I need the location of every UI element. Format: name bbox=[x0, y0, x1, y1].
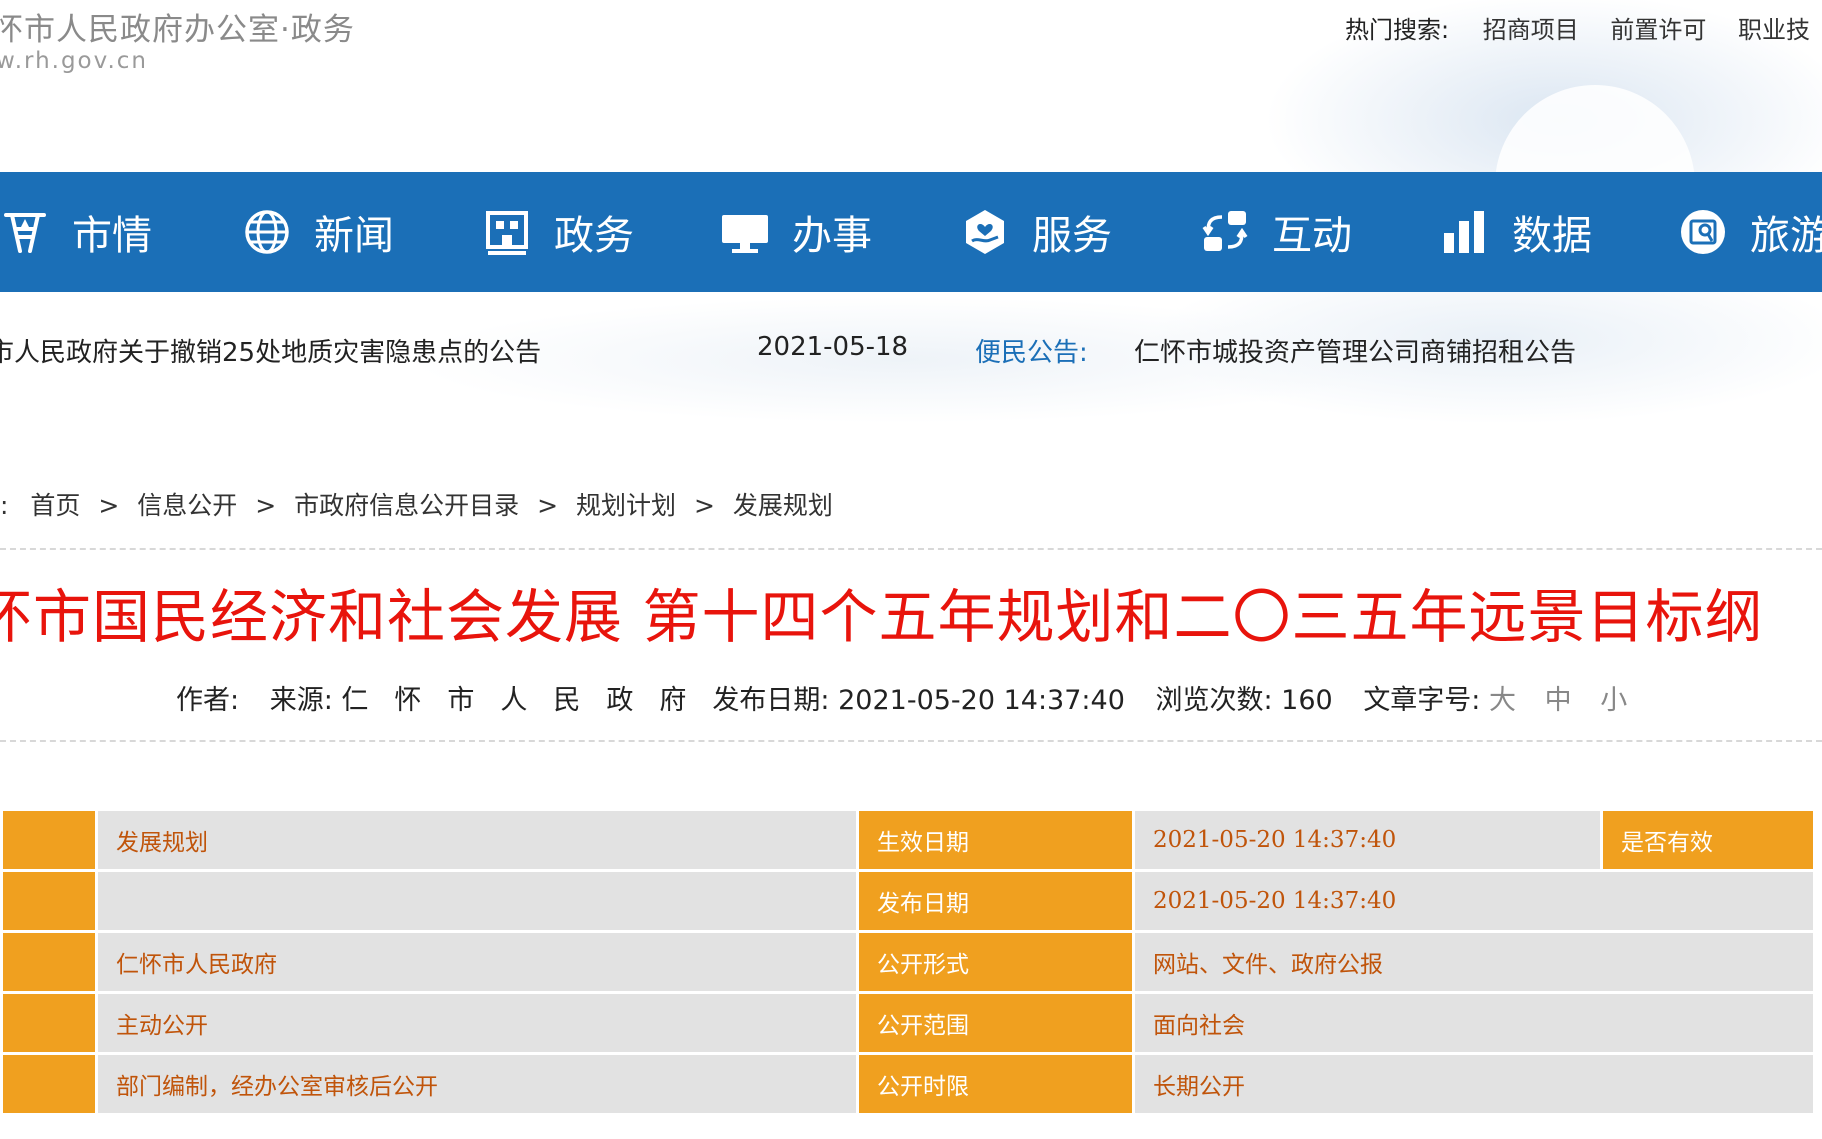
table-label-cell: 公开形式 bbox=[859, 933, 1132, 991]
building-icon bbox=[486, 211, 528, 255]
hand-heart-icon bbox=[966, 210, 1004, 254]
nav-item-affairs[interactable]: 办事 bbox=[720, 172, 872, 292]
nav-item-services[interactable]: 服务 bbox=[960, 172, 1112, 292]
table-row: 主动公开 公开范围 面向社会 bbox=[3, 994, 1813, 1052]
breadcrumb-item[interactable]: 首页 bbox=[30, 486, 80, 522]
breadcrumb-prefix: : bbox=[0, 491, 9, 520]
nav-item-data[interactable]: 数据 bbox=[1440, 172, 1592, 292]
fontsize-label: 文章字号: bbox=[1363, 685, 1481, 716]
table-value-cell: 发展规划 bbox=[98, 811, 856, 869]
table-value-cell: 长期公开 bbox=[1135, 1055, 1813, 1113]
table-value-cell: 2021-05-20 14:37:40 bbox=[1135, 872, 1813, 930]
site-url: w.rh.gov.cn bbox=[0, 48, 148, 74]
table-label-cell bbox=[3, 1055, 95, 1113]
table-value-cell: 部门编制，经办公室审核后公开 bbox=[98, 1055, 856, 1113]
breadcrumb-separator: > bbox=[693, 491, 715, 520]
main-nav: 市情 新闻 政务 办事 服务 互动 数据 旅游 bbox=[0, 172, 1822, 292]
article-meta: 作者: 来源: 仁怀市人民政府发布日期: 2021-05-20 14:37:40… bbox=[176, 678, 1647, 717]
table-value-cell: 面向社会 bbox=[1135, 994, 1813, 1052]
fontsize-large-button[interactable]: 大 bbox=[1489, 685, 1516, 716]
map-camera-icon bbox=[1681, 210, 1725, 254]
nav-item-label: 数据 bbox=[1512, 213, 1592, 259]
bar-chart-icon bbox=[1444, 211, 1484, 253]
source-label: 来源: bbox=[269, 685, 333, 716]
hot-keyword-link[interactable]: 职业技 bbox=[1738, 16, 1810, 44]
table-value-cell bbox=[98, 872, 856, 930]
breadcrumb-item[interactable]: 发展规划 bbox=[733, 486, 833, 522]
table-value-cell: 2021-05-20 14:37:40 bbox=[1135, 811, 1600, 869]
table-label-cell: 公开范围 bbox=[859, 994, 1132, 1052]
views-label: 浏览次数: bbox=[1155, 685, 1273, 716]
nav-item-label: 服务 bbox=[1032, 213, 1112, 259]
views-count: 160 bbox=[1281, 685, 1333, 716]
public-notice-link[interactable]: 仁怀市城投资产管理公司商铺招租公告 bbox=[1134, 332, 1576, 369]
publish-date: 2021-05-20 14:37:40 bbox=[838, 685, 1125, 716]
breadcrumb-item[interactable]: 市政府信息公开目录 bbox=[294, 486, 519, 522]
table-label-cell bbox=[3, 933, 95, 991]
table-label-cell: 生效日期 bbox=[859, 811, 1132, 869]
table-label-cell bbox=[3, 872, 95, 930]
exchange-arrows-icon bbox=[1202, 211, 1248, 251]
fontsize-options: 大 中 小 bbox=[1489, 685, 1647, 716]
breadcrumb-separator: > bbox=[537, 491, 559, 520]
table-value-cell: 网站、文件、政府公报 bbox=[1135, 933, 1813, 991]
nav-item-interaction[interactable]: 互动 bbox=[1200, 172, 1352, 292]
headline-notice-link[interactable]: 市人民政府关于撤销25处地质灾害隐患点的公告 bbox=[0, 332, 541, 369]
fontsize-small-button[interactable]: 小 bbox=[1600, 685, 1627, 716]
breadcrumb-separator: > bbox=[98, 491, 120, 520]
table-label-cell bbox=[3, 811, 95, 869]
fontsize-medium-button[interactable]: 中 bbox=[1545, 685, 1572, 716]
table-row: 发布日期 2021-05-20 14:37:40 bbox=[3, 872, 1813, 930]
site-name[interactable]: 怀市人民政府办公室·政务 bbox=[0, 4, 355, 49]
headline-notice-date: 2021-05-18 bbox=[757, 332, 909, 362]
nav-item-label: 办事 bbox=[792, 213, 872, 259]
public-notice-label: 便民公告: bbox=[975, 338, 1088, 368]
author-label: 作者: bbox=[176, 685, 240, 716]
divider bbox=[0, 548, 1822, 550]
breadcrumb: : 首页 > 信息公开 > 市政府信息公开目录 > 规划计划 > 发展规划 bbox=[0, 486, 833, 522]
nav-item-label: 政务 bbox=[554, 213, 634, 259]
article-title: 怀市国民经济和社会发展 第十四个五年规划和二〇三五年远景目标纲 bbox=[0, 583, 1764, 651]
nav-item-city[interactable]: 市情 bbox=[0, 172, 152, 292]
hot-keyword-link[interactable]: 招商项目 bbox=[1483, 16, 1579, 44]
nav-item-label: 互动 bbox=[1272, 213, 1352, 259]
nav-item-tourism[interactable]: 旅游 bbox=[1678, 172, 1822, 292]
hot-search: 热门搜索: 招商项目 前置许可 职业技 bbox=[1345, 10, 1822, 45]
breadcrumb-separator: > bbox=[255, 491, 277, 520]
monitor-icon bbox=[722, 215, 768, 253]
city-landmark-icon bbox=[4, 213, 46, 253]
globe-icon bbox=[245, 210, 289, 254]
breadcrumb-item[interactable]: 规划计划 bbox=[576, 486, 676, 522]
publish-label: 发布日期: bbox=[712, 685, 830, 716]
nav-item-label: 新闻 bbox=[314, 213, 394, 259]
table-row: 仁怀市人民政府 公开形式 网站、文件、政府公报 bbox=[3, 933, 1813, 991]
document-info-table: 发展规划 生效日期 2021-05-20 14:37:40 是否有效 发布日期 … bbox=[0, 808, 1816, 1116]
table-label-cell: 公开时限 bbox=[859, 1055, 1132, 1113]
nav-item-news[interactable]: 新闻 bbox=[242, 172, 394, 292]
table-label-cell bbox=[3, 994, 95, 1052]
hot-search-label: 热门搜索: bbox=[1345, 16, 1450, 44]
nav-item-label: 旅游 bbox=[1750, 213, 1822, 259]
table-label-cell: 是否有效 bbox=[1603, 811, 1813, 869]
table-value-cell: 仁怀市人民政府 bbox=[98, 933, 856, 991]
table-label-cell: 发布日期 bbox=[859, 872, 1132, 930]
nav-item-government[interactable]: 政务 bbox=[482, 172, 634, 292]
table-row: 发展规划 生效日期 2021-05-20 14:37:40 是否有效 bbox=[3, 811, 1813, 869]
breadcrumb-item[interactable]: 信息公开 bbox=[137, 486, 237, 522]
hot-keyword-link[interactable]: 前置许可 bbox=[1610, 16, 1706, 44]
divider bbox=[0, 740, 1822, 742]
source-value: 仁怀市人民政府 bbox=[341, 685, 713, 716]
nav-item-label: 市情 bbox=[72, 213, 152, 259]
table-row: 部门编制，经办公室审核后公开 公开时限 长期公开 bbox=[3, 1055, 1813, 1113]
table-value-cell: 主动公开 bbox=[98, 994, 856, 1052]
